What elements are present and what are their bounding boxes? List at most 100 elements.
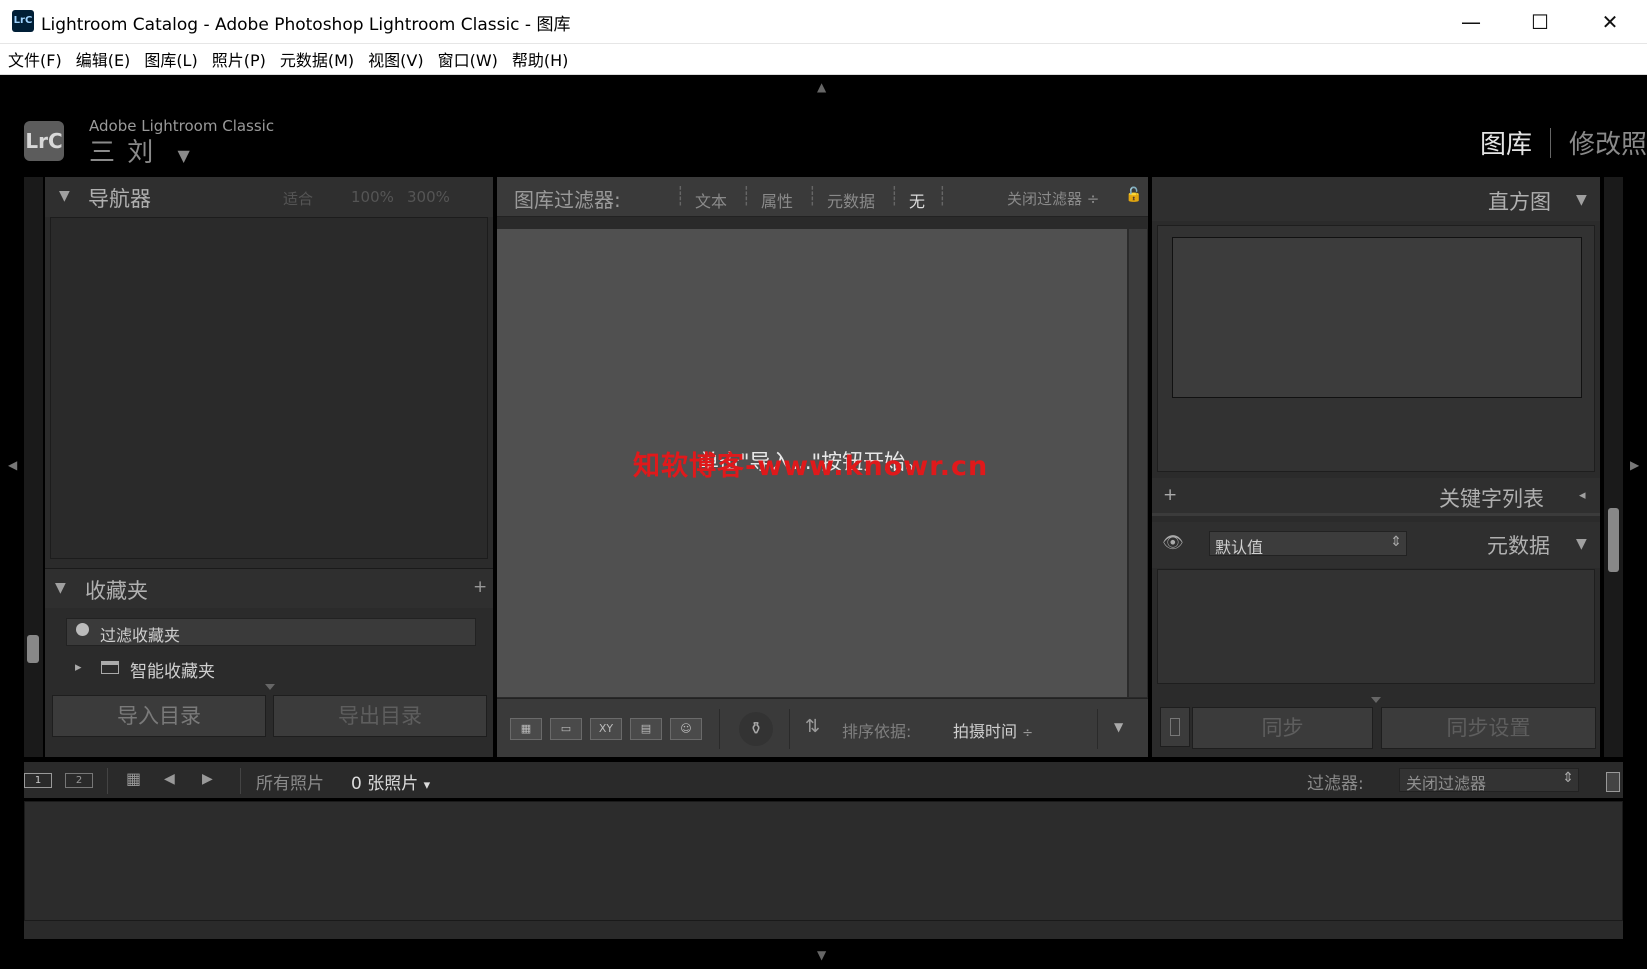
- filmstrip[interactable]: [24, 801, 1623, 921]
- metadata-preset-select[interactable]: 默认值 ⇕: [1209, 531, 1407, 557]
- histogram-header[interactable]: 直方图 ▼: [1152, 177, 1600, 221]
- module-develop[interactable]: 修改照: [1569, 124, 1647, 161]
- sort-label: 排序依据:: [842, 722, 912, 741]
- close-filter-preset[interactable]: 关闭过滤器 ÷: [1007, 188, 1099, 209]
- right-panel-scrollbar[interactable]: [1608, 508, 1619, 572]
- lock-icon[interactable]: 🔓: [1125, 187, 1142, 203]
- menu-edit[interactable]: 编辑(E): [76, 47, 131, 71]
- filter-none-tab[interactable]: 无: [909, 188, 925, 212]
- menu-file[interactable]: 文件(F): [8, 47, 62, 71]
- add-keyword-icon[interactable]: +: [1163, 485, 1177, 505]
- menu-photo[interactable]: 照片(P): [212, 47, 266, 71]
- maximize-button[interactable]: ☐: [1516, 0, 1564, 44]
- stepper-arrows-icon: ⇕: [1562, 770, 1574, 786]
- back-arrow-icon[interactable]: ◀: [164, 771, 175, 787]
- smart-collection-icon: [101, 661, 119, 674]
- library-filter-bar: 图库过滤器: ┊ 文本 ┊ 属性 ┊ 元数据 ┊ 无 ┊ 关闭过滤器 ÷ 🔓: [497, 177, 1148, 217]
- filter-collections-input[interactable]: 过滤收藏夹: [66, 618, 476, 646]
- auto-sync-toggle[interactable]: [1160, 707, 1190, 747]
- filter-divider: ┊: [741, 186, 752, 207]
- keyword-list-header[interactable]: + 关键字列表 ◂: [1152, 478, 1600, 516]
- filmstrip-filter-select[interactable]: 关闭过滤器 ⇕: [1399, 768, 1579, 793]
- lrc-logo: LrC: [24, 121, 64, 161]
- filter-metadata-tab[interactable]: 元数据: [827, 188, 875, 212]
- import-catalog-button[interactable]: 导入目录: [52, 695, 266, 737]
- navigator-header[interactable]: ▼ 导航器 适合 100% 300%: [45, 177, 493, 217]
- histogram-area: [1157, 225, 1595, 472]
- filter-divider: ┊: [889, 186, 900, 207]
- right-panel-scrolltrack: [1604, 177, 1623, 757]
- collections-header[interactable]: ▼ 收藏夹 +: [45, 568, 493, 608]
- photo-count[interactable]: 0 张照片 ▾: [351, 769, 430, 794]
- add-collection-icon[interactable]: +: [473, 577, 487, 597]
- metadata-area: [1157, 569, 1595, 684]
- filter-divider: ┊: [937, 186, 948, 207]
- toolbar-divider: [1097, 709, 1098, 749]
- triangle-down-icon: ▼: [1576, 192, 1587, 208]
- dropdown-arrow-icon: ▾: [423, 778, 431, 793]
- right-panel-toggle-icon[interactable]: ▶: [1630, 458, 1639, 472]
- menu-view[interactable]: 视图(V): [368, 47, 423, 71]
- menu-window[interactable]: 窗口(W): [438, 47, 498, 71]
- survey-view-icon[interactable]: ▤: [630, 718, 662, 740]
- menu-library[interactable]: 图库(L): [144, 47, 197, 71]
- triangle-down-icon: ▼: [59, 188, 70, 204]
- grid-icon[interactable]: ▦: [126, 769, 141, 788]
- filter-collections-placeholder: 过滤收藏夹: [100, 626, 181, 645]
- navigator-preview[interactable]: [50, 217, 488, 559]
- export-catalog-button[interactable]: 导出目录: [273, 695, 487, 737]
- sync-settings-button[interactable]: 同步设置: [1381, 707, 1596, 749]
- divider: [107, 768, 108, 794]
- smart-collections-label: 智能收藏夹: [130, 662, 215, 682]
- close-button[interactable]: ✕: [1586, 0, 1634, 44]
- histogram-title: 直方图: [1488, 190, 1551, 214]
- filmstrip-bar: 1 2 ▦ ◀ ▶ 所有照片 0 张照片 ▾ 过滤器: 关闭过滤器 ⇕: [24, 762, 1623, 798]
- top-panel-toggle-icon[interactable]: ▲: [817, 80, 826, 94]
- secondary-monitor-button[interactable]: 2: [65, 773, 93, 788]
- filter-attribute-tab[interactable]: 属性: [761, 188, 793, 212]
- grid-scrollbar[interactable]: [1129, 229, 1147, 697]
- zoom-300[interactable]: 300%: [407, 188, 450, 206]
- toolbar-menu-icon[interactable]: ▼: [1114, 720, 1123, 734]
- sort-direction-icon[interactable]: ⇅: [805, 716, 820, 737]
- zoom-fit[interactable]: 适合: [283, 188, 313, 209]
- title-bar: LrC Lightroom Catalog - Adobe Photoshop …: [0, 0, 1647, 44]
- loupe-view-icon[interactable]: ▭: [550, 718, 582, 740]
- module-picker: 图库 修改照: [1480, 124, 1647, 161]
- library-filter-label: 图库过滤器:: [514, 188, 621, 212]
- left-panel-scrollbar[interactable]: [27, 635, 39, 663]
- left-panel-scrolltrack: [24, 177, 43, 757]
- switch-icon: [1170, 718, 1180, 736]
- filmstrip-scrollbar[interactable]: [24, 921, 1623, 939]
- left-panel-toggle-icon[interactable]: ◀: [8, 458, 17, 472]
- eye-icon[interactable]: 👁: [1162, 533, 1184, 553]
- sync-button[interactable]: 同步: [1192, 707, 1373, 749]
- panel-resize-icon[interactable]: [265, 684, 275, 690]
- people-view-icon[interactable]: ☺: [670, 718, 702, 740]
- filter-switch-icon[interactable]: [1606, 772, 1620, 792]
- forward-arrow-icon[interactable]: ▶: [202, 771, 213, 787]
- triangle-left-icon: ◂: [1579, 488, 1586, 503]
- sort-select[interactable]: 拍摄时间 ÷: [953, 718, 1033, 742]
- grid-view-icon[interactable]: ▦: [510, 718, 542, 740]
- collections-title: 收藏夹: [85, 579, 148, 603]
- smart-collections-item[interactable]: ▸ 智能收藏夹: [75, 657, 485, 682]
- catalog-name[interactable]: 三 刘 ▼: [89, 132, 192, 169]
- zoom-100[interactable]: 100%: [351, 188, 394, 206]
- source-label[interactable]: 所有照片: [256, 769, 324, 794]
- panel-resize-icon[interactable]: [1371, 697, 1381, 703]
- bottom-panel-toggle-icon[interactable]: ▼: [817, 948, 826, 962]
- metadata-preset-value: 默认值: [1215, 538, 1264, 557]
- primary-monitor-button[interactable]: 1: [24, 773, 52, 788]
- filter-divider: ┊: [807, 186, 818, 207]
- histogram-graph[interactable]: [1172, 237, 1582, 398]
- filter-label: 过滤器:: [1307, 774, 1364, 794]
- menu-metadata[interactable]: 元数据(M): [280, 47, 354, 71]
- minimize-button[interactable]: —: [1447, 0, 1495, 44]
- menu-help[interactable]: 帮助(H): [512, 47, 569, 71]
- metadata-header[interactable]: 👁 默认值 ⇕ 元数据 ▼: [1152, 522, 1600, 568]
- spray-can-icon[interactable]: ⚱: [739, 712, 773, 746]
- compare-view-icon[interactable]: XY: [590, 718, 622, 740]
- filter-text-tab[interactable]: 文本: [695, 188, 727, 212]
- module-library[interactable]: 图库: [1480, 124, 1532, 161]
